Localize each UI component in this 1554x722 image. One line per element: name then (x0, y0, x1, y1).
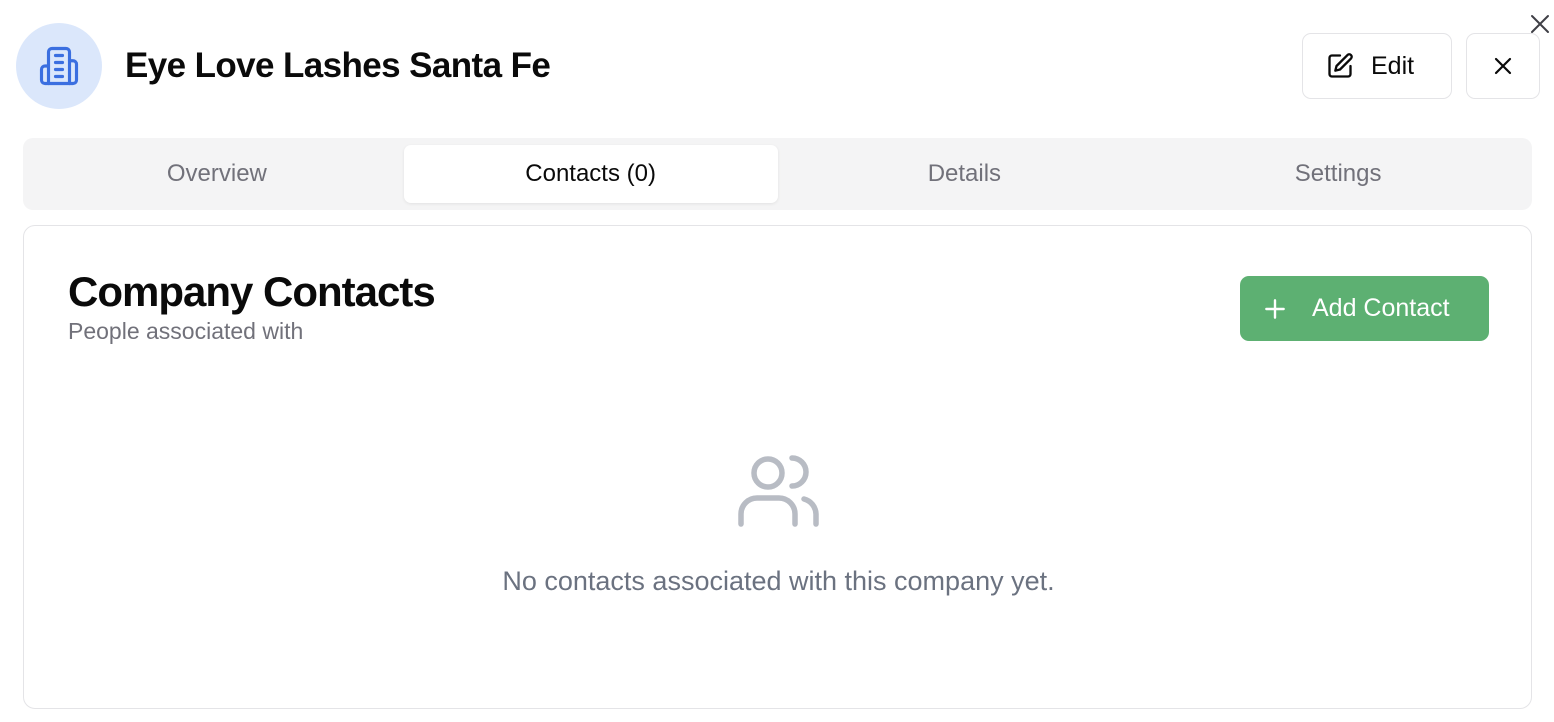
edit-icon (1328, 53, 1353, 78)
tab-contacts[interactable]: Contacts (0) (403, 145, 778, 203)
close-icon (1494, 57, 1512, 75)
plus-icon (1265, 298, 1285, 319)
empty-message: No contacts associated with this company… (502, 566, 1055, 596)
tab-bar: Overview Contacts (0) Details Settings (23, 138, 1532, 210)
company-avatar (16, 23, 102, 109)
add-contact-label: Add Contact (1312, 294, 1450, 322)
tab-overview[interactable]: Overview (30, 145, 404, 203)
contacts-title: Company Contacts (68, 268, 436, 315)
tab-settings[interactable]: Settings (1151, 145, 1525, 203)
contacts-subtitle: People associated with (68, 318, 304, 344)
edit-button[interactable]: Edit (1302, 33, 1452, 99)
add-contact-button[interactable]: Add Contact (1240, 276, 1489, 341)
empty-state: No contacts associated with this company… (24, 452, 1533, 597)
contacts-card: Company Contacts People associated with … (23, 225, 1532, 709)
building-icon (39, 46, 79, 86)
company-name: Eye Love Lashes Santa Fe (125, 46, 551, 85)
close-button[interactable] (1466, 33, 1540, 99)
tab-details[interactable]: Details (778, 145, 1152, 203)
edit-button-label: Edit (1371, 51, 1415, 80)
dialog-header: Eye Love Lashes Santa Fe (16, 23, 551, 109)
company-dialog: Eye Love Lashes Santa Fe Edit Overview C… (0, 0, 1554, 722)
users-icon (737, 455, 819, 527)
